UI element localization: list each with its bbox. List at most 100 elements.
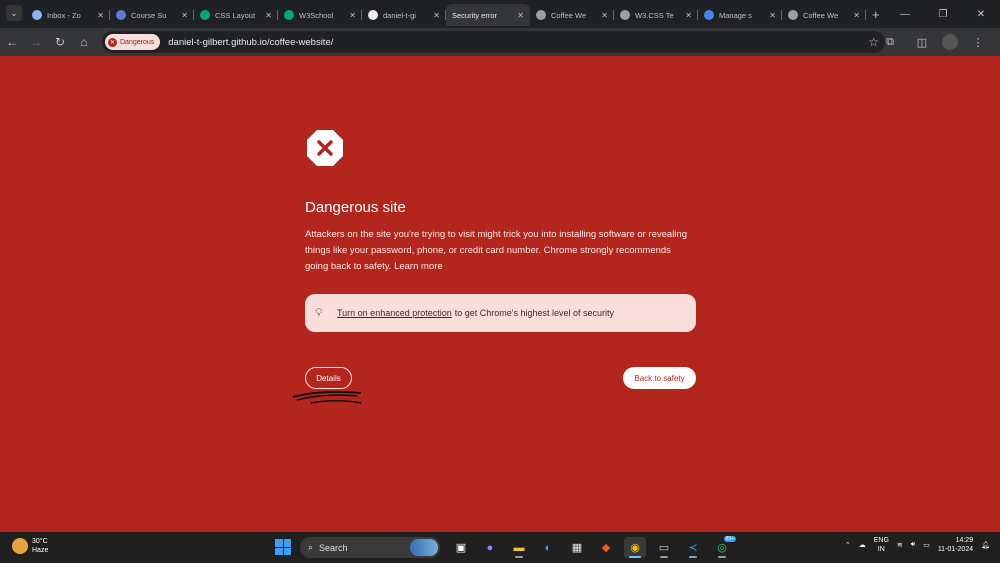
region-code: IN — [877, 546, 885, 553]
date-text: 11-01-2024 — [937, 546, 974, 553]
tab-title: daniel-t-gi — [383, 10, 416, 20]
close-tab-icon[interactable]: ✕ — [265, 11, 272, 20]
store-icon[interactable]: ▦ — [566, 537, 588, 558]
new-tab-icon[interactable]: + — [872, 4, 880, 28]
search-highlight-icon — [410, 539, 438, 556]
language-indicator[interactable]: ENG IN — [874, 536, 889, 554]
profile-avatar[interactable] — [942, 34, 958, 50]
browser-tab[interactable]: Manage s ✕ — [698, 4, 782, 26]
close-tab-icon[interactable]: ✕ — [349, 11, 356, 20]
tab-title: Inbox - Zo — [47, 10, 81, 20]
course-icon — [116, 10, 126, 20]
warning-body: Attackers on the site you're trying to v… — [305, 229, 687, 272]
tab-title: Course Su — [131, 10, 167, 20]
weather-temp: 30°C — [32, 538, 48, 545]
notifications-icon[interactable]: 🔔︎ — [981, 541, 990, 549]
browser-tab[interactable]: W3School ✕ — [278, 4, 362, 26]
side-panel-icon[interactable]: ◫ — [910, 30, 934, 54]
browser-tab[interactable]: W3.CSS Te ✕ — [614, 4, 698, 26]
clock[interactable]: 14:29 11-01-2024 — [938, 536, 973, 554]
whatsapp-icon[interactable]: ◎ 99+ — [711, 536, 736, 558]
chevron-up-icon[interactable]: ⌃ — [845, 541, 851, 549]
url-text: daniel-t-gilbert.github.io/coffee-websit… — [168, 36, 334, 48]
close-tab-icon[interactable]: ✕ — [601, 11, 608, 20]
close-tab-icon[interactable]: ✕ — [769, 11, 776, 20]
system-tray: ⌃ ☁ ENG IN ≋ 🔊︎ ▭ 14:29 11-01-2024 🔔︎ — [845, 536, 990, 554]
address-bar[interactable]: ✕ Dangerous daniel-t-gilbert.github.io/c… — [102, 31, 885, 53]
back-to-safety-button[interactable]: Back to safety — [623, 367, 696, 389]
brave-icon[interactable]: ◆ — [595, 537, 617, 558]
close-tab-icon[interactable]: ✕ — [685, 11, 692, 20]
tab-title: Coffee We — [551, 10, 587, 20]
weather-text: 30°C Haze — [32, 537, 48, 555]
tab-search-button[interactable]: ⌄ — [6, 5, 22, 21]
globe-icon — [788, 10, 798, 20]
browser-tab[interactable]: daniel-t-gi ✕ — [362, 4, 446, 26]
home-icon[interactable]: ⌂ — [72, 30, 96, 54]
globe-icon — [620, 10, 630, 20]
wifi-icon[interactable]: ≋ — [897, 541, 903, 549]
search-icon: ⌕ — [308, 542, 314, 552]
tab-title: Manage s — [719, 10, 752, 20]
google-icon — [704, 10, 714, 20]
search-label: Search — [319, 542, 348, 553]
danger-icon: ✕ — [108, 37, 117, 47]
taskbar-search[interactable]: ⌕ Search — [300, 537, 440, 558]
start-menu-icon[interactable] — [275, 539, 291, 555]
extensions-icon[interactable]: ⧉ — [878, 30, 902, 54]
tab-title: Coffee We — [803, 10, 839, 20]
weather-widget[interactable]: 30°C Haze — [12, 537, 48, 555]
chrome-icon[interactable]: ◉ — [624, 537, 646, 558]
volume-icon[interactable]: 🔊︎ — [911, 541, 915, 549]
enhanced-protection-promo: 💡︎ Turn on enhanced protection to get Ch… — [305, 294, 696, 332]
browser-tab[interactable]: CSS Layout ✕ — [194, 4, 278, 26]
browser-tab[interactable]: Coffee We ✕ — [530, 4, 614, 26]
lightbulb-icon: 💡︎ — [315, 306, 323, 319]
close-tab-icon[interactable]: ✕ — [433, 11, 440, 20]
close-window-icon[interactable]: ✕ — [962, 0, 1000, 28]
language-code: ENG — [873, 537, 889, 544]
back-icon[interactable]: ← — [0, 30, 24, 54]
browser-tab[interactable]: Security error ✕ — [446, 4, 530, 26]
chat-icon[interactable]: ● — [479, 537, 501, 558]
security-chip-label: Dangerous — [120, 38, 155, 46]
menu-icon[interactable]: ⋮ — [966, 30, 990, 54]
warning-text: Attackers on the site you're trying to v… — [305, 227, 696, 275]
close-tab-icon[interactable]: ✕ — [853, 11, 860, 20]
task-view-icon[interactable]: ▣ — [450, 537, 472, 558]
onedrive-icon[interactable]: ☁ — [859, 541, 866, 549]
w3schools-icon — [284, 10, 294, 20]
hand-drawn-underline — [292, 391, 362, 404]
browser-tab[interactable]: Coffee We ✕ — [782, 4, 866, 26]
vscode-icon[interactable]: ≺ — [682, 537, 704, 558]
battery-icon[interactable]: ▭ — [923, 541, 930, 549]
close-tab-icon[interactable]: ✕ — [517, 11, 524, 20]
maximize-icon[interactable]: ❐ — [924, 0, 962, 28]
enhanced-protection-link[interactable]: Turn on enhanced protection — [337, 308, 452, 318]
learn-more-link[interactable]: Learn more — [394, 261, 443, 272]
browser-toolbar: ← → ↻ ⌂ ✕ Dangerous daniel-t-gilbert.git… — [0, 28, 1000, 56]
details-button[interactable]: Details — [305, 367, 352, 389]
weather-icon — [12, 538, 28, 554]
close-tab-icon[interactable]: ✕ — [97, 11, 104, 20]
forward-icon[interactable]: → — [24, 30, 48, 54]
security-chip[interactable]: ✕ Dangerous — [105, 34, 161, 50]
github-icon — [368, 10, 378, 20]
file-explorer-icon[interactable]: ▬ — [508, 537, 530, 558]
reload-icon[interactable]: ↻ — [48, 30, 72, 54]
browser-tab[interactable]: Inbox - Zo ✕ — [26, 4, 110, 26]
tab-title: W3.CSS Te — [635, 10, 674, 20]
inbox-icon — [32, 10, 42, 20]
minimize-icon[interactable]: — — [886, 0, 924, 28]
edge-icon[interactable]: ◐ — [537, 537, 559, 558]
browser-tab[interactable]: Course Su ✕ — [110, 4, 194, 26]
tab-title: CSS Layout — [215, 10, 256, 20]
tab-title: W3School — [299, 10, 334, 20]
w3schools-icon — [200, 10, 210, 20]
windows-taskbar: 30°C Haze ⌕ Search ▣ ● ▬ ◐ ▦ ◆ ◉ ▭ ≺ ◎ 99+… — [0, 532, 1000, 563]
window-controls: — ❐ ✕ — [886, 0, 1000, 28]
whatsapp-badge: 99+ — [723, 536, 736, 542]
time-text: 14:29 — [955, 537, 974, 544]
terminal-icon[interactable]: ▭ — [653, 537, 675, 558]
close-tab-icon[interactable]: ✕ — [181, 11, 188, 20]
